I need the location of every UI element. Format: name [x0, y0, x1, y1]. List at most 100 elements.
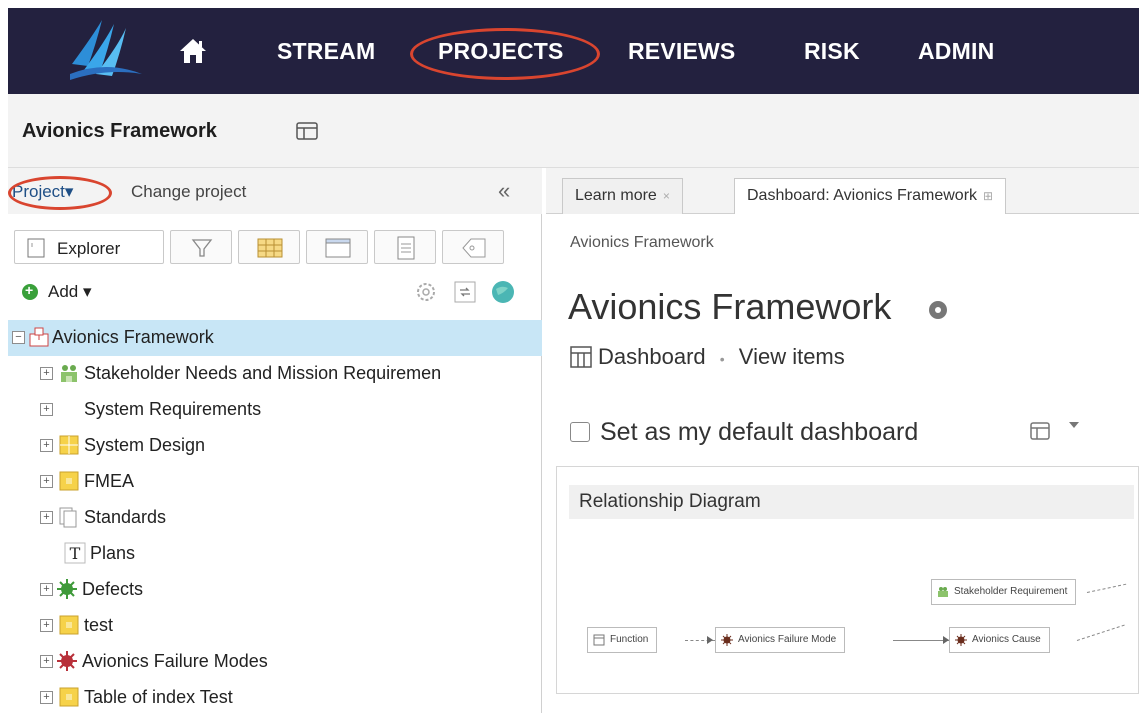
project-title: Avionics Framework — [22, 120, 217, 142]
explorer-panel: Project▾ Change project « Explorer + Add… — [8, 168, 542, 713]
change-project-link[interactable]: Change project — [131, 182, 246, 202]
document-icon — [397, 236, 415, 260]
add-dropdown[interactable]: Add ▾ — [48, 282, 92, 302]
tree-item[interactable]: + FMEA — [8, 464, 542, 500]
tree-item-label: Plans — [90, 543, 136, 563]
expand-toggle[interactable]: + — [40, 367, 53, 380]
expand-toggle[interactable]: + — [40, 403, 53, 416]
default-dashboard-checkbox[interactable] — [570, 422, 590, 442]
tab-window[interactable] — [306, 230, 368, 264]
tab-grid-view[interactable] — [238, 230, 300, 264]
explorer-tabs: Explorer — [8, 226, 542, 268]
tree-item[interactable]: + Avionics Failure Modes — [8, 644, 542, 680]
expand-toggle[interactable]: + — [40, 583, 53, 596]
diagram-node[interactable]: Avionics Failure Mode — [715, 627, 846, 653]
diagram-node[interactable]: Stakeholder Requirement — [931, 579, 1077, 605]
nav-reviews[interactable]: REVIEWS — [628, 38, 735, 65]
stakeholder-icon — [938, 587, 948, 597]
diagram-edge — [1076, 624, 1125, 641]
home-icon[interactable] — [178, 36, 208, 66]
globe-icon[interactable] — [490, 279, 516, 305]
tree-item-label: Standards — [84, 507, 167, 527]
relationship-diagram-widget: Relationship Diagram Stakeholder Require… — [556, 466, 1139, 694]
dashboard-panel: Learn more × Dashboard: Avionics Framewor… — [546, 168, 1139, 713]
expand-toggle[interactable]: + — [40, 511, 53, 524]
diagram-node-label: Stakeholder Requirement — [954, 586, 1068, 597]
text-icon: T — [64, 542, 86, 564]
app-logo[interactable] — [66, 14, 146, 86]
project-title-bar: Avionics Framework — [8, 94, 1139, 168]
nav-risk[interactable]: RISK — [804, 38, 860, 65]
diagram-node-label: Avionics Cause — [972, 634, 1041, 645]
blank-icon — [58, 398, 80, 420]
chevron-down-icon[interactable] — [1068, 420, 1080, 430]
sync-icon[interactable] — [454, 281, 476, 303]
tree-item-root[interactable]: − Avionics Framework — [8, 320, 542, 356]
tree-item[interactable]: + Defects — [8, 572, 542, 608]
view-items-link[interactable]: View items — [739, 344, 845, 369]
nav-admin[interactable]: ADMIN — [918, 38, 994, 65]
dashboard-link[interactable]: Dashboard — [598, 344, 706, 369]
failure-bug-icon — [955, 634, 967, 646]
failure-bug-icon — [721, 634, 733, 646]
layout-icon[interactable] — [1030, 422, 1050, 440]
settings-icon[interactable] — [414, 280, 438, 304]
expand-toggle[interactable]: + — [40, 691, 53, 704]
tree-item-label: Table of index Test — [84, 687, 233, 707]
tree-item[interactable]: T Plans — [8, 536, 542, 572]
folder-grid-icon — [59, 687, 79, 707]
expand-toggle[interactable]: + — [40, 475, 53, 488]
tab-explorer[interactable]: Explorer — [14, 230, 164, 264]
expand-toggle[interactable]: + — [40, 439, 53, 452]
tab-learn-more-label: Learn more — [575, 187, 657, 204]
tree-item-label: Avionics Failure Modes — [82, 651, 268, 671]
collapse-panel-icon[interactable]: « — [498, 178, 510, 204]
add-toolbar: Add ▾ — [8, 274, 542, 312]
widget-title: Relationship Diagram — [579, 491, 761, 512]
tree-item[interactable]: + test — [8, 608, 542, 644]
folder-grid-icon — [59, 471, 79, 491]
default-dashboard-label: Set as my default dashboard — [600, 418, 919, 446]
project-highlight-circle — [8, 176, 112, 210]
diagram-edge — [893, 640, 949, 641]
collapse-toggle[interactable]: − — [12, 331, 25, 344]
diagram-node-label: Avionics Failure Mode — [738, 634, 837, 645]
diagram-edge — [1086, 583, 1127, 593]
nav-stream[interactable]: STREAM — [277, 38, 375, 65]
tab-filter[interactable] — [170, 230, 232, 264]
expand-toggle[interactable]: + — [40, 655, 53, 668]
tree-item-label: Avionics Framework — [52, 327, 214, 347]
page-title: Avionics Framework — [568, 286, 892, 327]
tab-document[interactable] — [374, 230, 436, 264]
folder-grid-icon — [59, 615, 79, 635]
project-layout-icon[interactable] — [296, 122, 318, 140]
close-tab-icon[interactable]: × — [663, 189, 670, 203]
tab-learn-more[interactable]: Learn more × — [562, 178, 683, 214]
failure-bug-icon — [57, 651, 77, 671]
tab-dashboard[interactable]: Dashboard: Avionics Framework ⊞ — [734, 178, 1007, 214]
explorer-icon — [27, 238, 45, 258]
defect-bug-icon — [57, 579, 77, 599]
tree-item-label: FMEA — [84, 471, 135, 491]
tree-item[interactable]: + System Requirements — [8, 392, 542, 428]
tree-item[interactable]: + Table of index Test — [8, 680, 542, 713]
add-icon[interactable] — [22, 282, 38, 300]
function-icon — [593, 634, 605, 646]
tree-item-label: Stakeholder Needs and Mission Requiremen — [84, 363, 442, 383]
gear-icon[interactable] — [929, 301, 947, 319]
widget-header: Relationship Diagram — [569, 485, 1134, 519]
tab-tags[interactable] — [442, 230, 504, 264]
tree-item-label: System Design — [84, 435, 206, 455]
documents-icon — [59, 507, 77, 528]
tree-item[interactable]: + Standards — [8, 500, 542, 536]
breadcrumb[interactable]: Avionics Framework — [570, 234, 714, 252]
tree-item[interactable]: + Stakeholder Needs and Mission Requirem… — [8, 356, 542, 392]
tree-item[interactable]: + System Design — [8, 428, 542, 464]
tree-item-label: System Requirements — [84, 399, 262, 419]
expand-toggle[interactable]: + — [40, 619, 53, 632]
top-navigation-bar: STREAM PROJECTS REVIEWS RISK ADMIN — [8, 8, 1139, 94]
diagram-node[interactable]: Function — [587, 627, 658, 653]
separator-dot: • — [719, 351, 725, 367]
diagram-node[interactable]: Avionics Cause — [949, 627, 1050, 653]
tab-options-icon[interactable]: ⊞ — [983, 189, 993, 203]
